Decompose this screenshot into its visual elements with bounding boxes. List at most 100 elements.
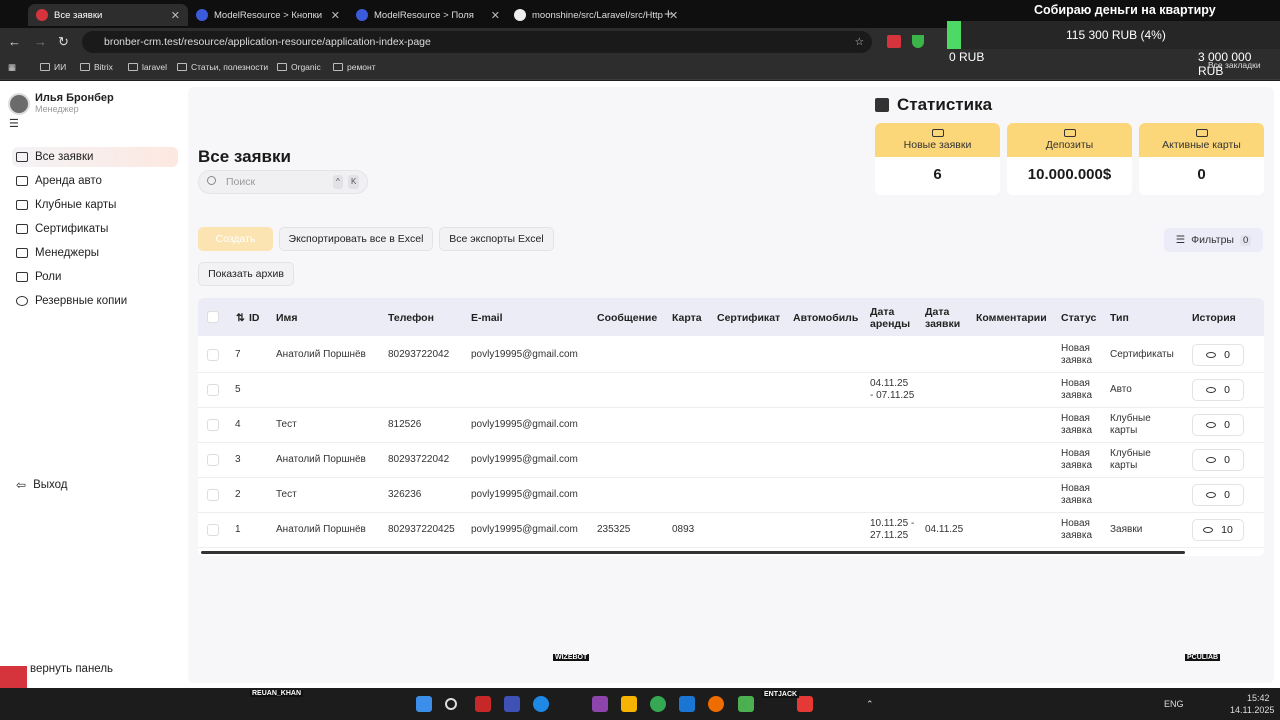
bookmark-icon	[16, 272, 28, 282]
sidebar-item-backups[interactable]: Резервные копии	[12, 291, 178, 311]
sidebar-item-label: Клубные карты	[35, 199, 117, 211]
export-all-button[interactable]: Экспортировать все в Excel	[279, 227, 433, 251]
filters-button[interactable]: ☰ Фильтры 0	[1164, 228, 1263, 252]
new-tab-icon[interactable]: +	[664, 6, 673, 23]
row-checkbox[interactable]	[207, 419, 219, 431]
chrome-icon[interactable]	[650, 696, 666, 712]
bookmark-star-icon[interactable]: ☆	[855, 31, 864, 53]
back-icon[interactable]: ←	[8, 34, 21, 49]
all-exports-button[interactable]: Все экспорты Excel	[439, 227, 554, 251]
logout-icon: ⇦	[16, 478, 27, 492]
stream-overlay-tag: ENTJACK	[762, 691, 800, 698]
export-all-label: Экспортировать все в Excel	[288, 233, 424, 245]
cell-phone: 80293722042	[388, 454, 450, 465]
close-icon[interactable]: ✕	[491, 9, 500, 22]
history-button[interactable]: 0	[1192, 344, 1244, 366]
moonshine-favicon-icon	[356, 9, 368, 21]
sidebar-item-car-rental[interactable]: Аренда авто	[12, 171, 178, 191]
app-icon[interactable]	[797, 696, 813, 712]
sidebar-item-roles[interactable]: Роли	[12, 267, 178, 287]
bookmark-folder[interactable]: Статьи, полезности	[177, 62, 268, 72]
sidebar-item-managers[interactable]: Менеджеры	[12, 243, 178, 263]
edge-icon[interactable]	[533, 696, 549, 712]
bookmark-folder[interactable]: ИИ	[40, 62, 66, 72]
apps-grid-icon[interactable]: ▦	[8, 62, 16, 73]
git-icon[interactable]	[738, 696, 754, 712]
row-checkbox[interactable]	[207, 489, 219, 501]
close-icon[interactable]: ✕	[171, 9, 180, 22]
sidebar-item-certificates[interactable]: Сертификаты	[12, 219, 178, 239]
bookmark-folder[interactable]: ремонт	[333, 62, 376, 72]
history-button[interactable]: 0	[1192, 484, 1244, 506]
search-placeholder: Поиск	[226, 176, 256, 188]
history-button[interactable]: 0	[1192, 449, 1244, 471]
vscode-icon[interactable]	[679, 696, 695, 712]
clock-time[interactable]: 15:42	[1247, 693, 1270, 703]
header-card: Карта	[672, 312, 702, 324]
tab-model-resource-buttons[interactable]: ModelResource > Кнопки ✕	[188, 4, 348, 26]
filezilla-icon[interactable]	[475, 696, 491, 712]
cell-email: povly19995@gmail.com	[471, 524, 578, 535]
language-indicator[interactable]: ENG	[1164, 699, 1184, 709]
tray-chevron-icon[interactable]: ⌃	[866, 699, 874, 710]
sidebar-item-all-applications[interactable]: Все заявки	[12, 147, 178, 167]
header-id[interactable]: ID	[249, 312, 260, 324]
clock-date[interactable]: 14.11.2025	[1230, 705, 1274, 715]
tab-model-resource-fields[interactable]: ModelResource > Поля ✕	[348, 4, 508, 26]
show-archive-label: Показать архив	[208, 268, 284, 280]
taskbar	[0, 688, 1280, 720]
horizontal-scrollbar[interactable]	[201, 551, 1185, 554]
header-email: E-mail	[471, 312, 503, 324]
row-checkbox[interactable]	[207, 454, 219, 466]
header-comments: Комментарии	[976, 312, 1047, 324]
cell-id: 3	[235, 454, 241, 465]
tab-github[interactable]: moonshine/src/Laravel/src/Http ✕	[506, 4, 678, 26]
avatar[interactable]	[8, 93, 30, 115]
reload-icon[interactable]: ↻	[58, 34, 69, 50]
page-title: Все заявки	[198, 147, 291, 166]
stat-card-active-cards: Активные карты 0	[1139, 123, 1264, 195]
history-button[interactable]: 0	[1192, 414, 1244, 436]
eye-icon	[1203, 527, 1214, 533]
sidebar-item-club-cards[interactable]: Клубные карты	[12, 195, 178, 215]
bookmark-folder[interactable]: Organic	[277, 62, 321, 72]
search-icon[interactable]	[445, 698, 457, 710]
history-button[interactable]: 10	[1192, 519, 1244, 541]
row-checkbox[interactable]	[207, 384, 219, 396]
history-button[interactable]: 0	[1192, 379, 1244, 401]
forward-icon[interactable]: →	[34, 34, 47, 49]
show-archive-button[interactable]: Показать архив	[198, 262, 294, 286]
shield-extension-icon[interactable]	[912, 35, 924, 48]
windows-start-icon[interactable]	[416, 696, 432, 712]
bookmark-folder[interactable]: Bitrix	[80, 62, 113, 72]
row-checkbox[interactable]	[207, 349, 219, 361]
create-button[interactable]: Создать	[198, 227, 273, 251]
table-row[interactable]	[198, 478, 1264, 513]
folder-icon[interactable]	[621, 696, 637, 712]
app-icon[interactable]	[504, 696, 520, 712]
list-icon	[16, 152, 28, 162]
bookmark-folder[interactable]: laravel	[128, 62, 167, 72]
cell-card: 0893	[672, 524, 695, 535]
row-checkbox[interactable]	[207, 524, 219, 536]
stat-label: Новые заявки	[903, 139, 972, 151]
stat-card-deposits: Депозиты 10.000.000$	[1007, 123, 1132, 195]
address-bar[interactable]: bronber-crm.test/resource/application-re…	[82, 31, 872, 53]
menu-icon[interactable]: ☰	[9, 117, 19, 130]
tab-all-applications[interactable]: Все заявки ✕	[28, 4, 188, 26]
adblock-icon[interactable]	[887, 35, 901, 48]
table-row[interactable]	[198, 408, 1264, 443]
logout-button[interactable]: ⇦ Выход	[12, 475, 178, 495]
sidebar-item-label: Все заявки	[35, 151, 94, 163]
close-icon[interactable]: ✕	[331, 9, 340, 22]
table-row[interactable]	[198, 373, 1264, 408]
header-app-date: заявки	[925, 318, 961, 330]
postman-icon[interactable]	[708, 696, 724, 712]
app-icon[interactable]	[592, 696, 608, 712]
card-icon	[16, 200, 28, 210]
select-all-checkbox[interactable]	[207, 311, 219, 323]
collapse-panel-button[interactable]: вернуть панель	[30, 663, 113, 675]
donation-max: 3 000 000 RUB	[1198, 50, 1252, 78]
cell-id: 4	[235, 419, 241, 430]
sort-icon[interactable]: ⇅	[236, 312, 245, 324]
